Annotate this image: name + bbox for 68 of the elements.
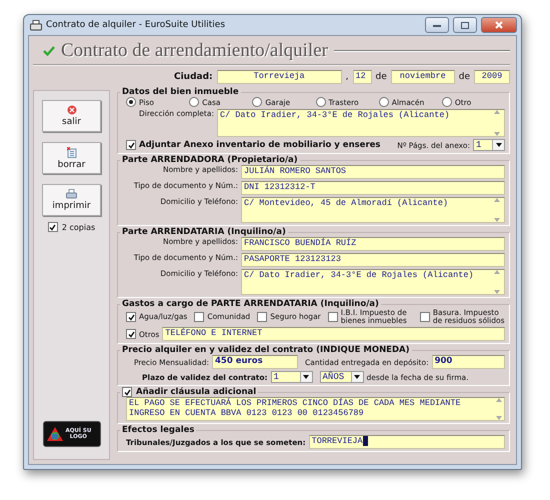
group-title: Efectos legales bbox=[121, 425, 196, 435]
window-title: Contrato de alquiler - EuroSuite Utilities bbox=[46, 20, 226, 30]
expense-checkbox[interactable] bbox=[194, 312, 204, 322]
text-area[interactable]: C/ Montevideo, 45 de Almoradí (Alicante) bbox=[241, 197, 505, 223]
maximize-button[interactable] bbox=[453, 17, 477, 33]
text-field[interactable]: 450 euros bbox=[212, 355, 298, 369]
city-field[interactable]: Torrevieja bbox=[216, 70, 342, 84]
minimize-icon bbox=[433, 24, 441, 26]
term-dropdown[interactable]: 1 bbox=[270, 371, 313, 383]
document-icon bbox=[66, 146, 76, 158]
radio-button[interactable] bbox=[316, 97, 326, 107]
expense-checkbox[interactable] bbox=[126, 312, 136, 322]
copies-label: 2 copias bbox=[62, 222, 96, 232]
text-field[interactable]: DNI 12312312-T bbox=[241, 181, 505, 195]
annex-label: Adjuntar Anexo inventario de mobiliario y enseres bbox=[139, 140, 380, 150]
text-field[interactable]: TORREVIEJA bbox=[308, 435, 505, 449]
radio-button[interactable] bbox=[126, 97, 136, 107]
group-title: Parte ARRENDATARIA (Inquilino/a) bbox=[121, 227, 287, 237]
group-title: Parte ARRENDADORA (Propietario/a) bbox=[121, 155, 299, 165]
action-button[interactable]: salir bbox=[42, 100, 101, 132]
action-button[interactable]: borrar bbox=[42, 142, 101, 174]
group-title: Gastos a cargo de PARTE ARRENDATARIA (Inquilino/a) bbox=[121, 299, 380, 309]
printer-icon bbox=[66, 189, 77, 199]
radio-button[interactable] bbox=[442, 97, 452, 107]
city-label: Ciudad: bbox=[174, 72, 213, 82]
radio-button[interactable] bbox=[378, 97, 389, 107]
maximize-icon bbox=[461, 22, 469, 28]
action-button[interactable]: imprimir bbox=[42, 184, 101, 216]
address-field[interactable]: C/ Dato Iradier, 34-3°E de Rojales (Alicante) bbox=[217, 109, 505, 137]
group-title: Añadir cláusula adicional bbox=[136, 387, 256, 397]
text-field[interactable]: FRANCISCO BUENDÍA RUÍZ bbox=[241, 237, 505, 251]
checkmark-icon bbox=[43, 46, 55, 56]
text-field[interactable]: 900 bbox=[432, 355, 505, 369]
dropdown-caret-icon[interactable] bbox=[492, 140, 504, 150]
expense-checkbox[interactable] bbox=[257, 312, 268, 322]
text-field[interactable]: JULIÁN ROMERO SANTOS bbox=[241, 165, 505, 179]
close-icon bbox=[66, 105, 76, 115]
clause-checkbox[interactable] bbox=[122, 387, 132, 397]
pages-dropdown[interactable]: 1 bbox=[473, 139, 505, 151]
text-area[interactable]: C/ Dato Iradier, 34-3°E de Rojales (Alicante) bbox=[241, 269, 505, 295]
logo-icon bbox=[46, 426, 62, 442]
group-title: Precio alquiler en y validez del contrato (INDIQUE MONEDA) bbox=[121, 345, 411, 355]
unit-dropdown[interactable]: AÑOS bbox=[320, 371, 364, 383]
year-field[interactable]: 2009 bbox=[474, 70, 510, 84]
close-icon bbox=[495, 21, 503, 29]
text-area[interactable]: EL PAGO SE EFECTUARÁ LOS PRIMEROS CINCO DÍAS DE CADA MES MEDIANTE INGRESO EN CUENTA BBVA 0123 0123 00 0123456789 bbox=[126, 397, 505, 421]
expense-checkbox[interactable] bbox=[420, 312, 430, 322]
form-heading: Contrato de arrendamiento/alquiler bbox=[61, 40, 328, 62]
dropdown-caret-icon[interactable] bbox=[300, 372, 312, 382]
expense-checkbox[interactable] bbox=[126, 329, 136, 339]
dropdown-caret-icon[interactable] bbox=[350, 372, 363, 382]
month-field[interactable]: noviembre bbox=[390, 70, 455, 84]
day-field[interactable]: 12 bbox=[352, 70, 372, 84]
close-button[interactable] bbox=[481, 17, 517, 33]
text-cursor bbox=[362, 436, 368, 446]
de-label: de bbox=[458, 72, 470, 82]
annex-checkbox[interactable] bbox=[126, 140, 136, 150]
copies-checkbox[interactable] bbox=[48, 222, 58, 232]
minimize-button[interactable] bbox=[425, 17, 449, 33]
comma-text: , bbox=[346, 72, 348, 82]
text-field[interactable]: TELÉFONO E INTERNET bbox=[162, 327, 505, 341]
expense-checkbox[interactable] bbox=[328, 312, 338, 322]
text-field[interactable]: PASAPORTE 123123123 bbox=[241, 253, 505, 267]
de-label: de bbox=[376, 72, 387, 82]
radio-button[interactable] bbox=[189, 97, 200, 107]
printer-icon bbox=[30, 20, 42, 30]
radio-button[interactable] bbox=[252, 97, 262, 107]
group-title: Datos del bien inmueble bbox=[121, 87, 240, 97]
